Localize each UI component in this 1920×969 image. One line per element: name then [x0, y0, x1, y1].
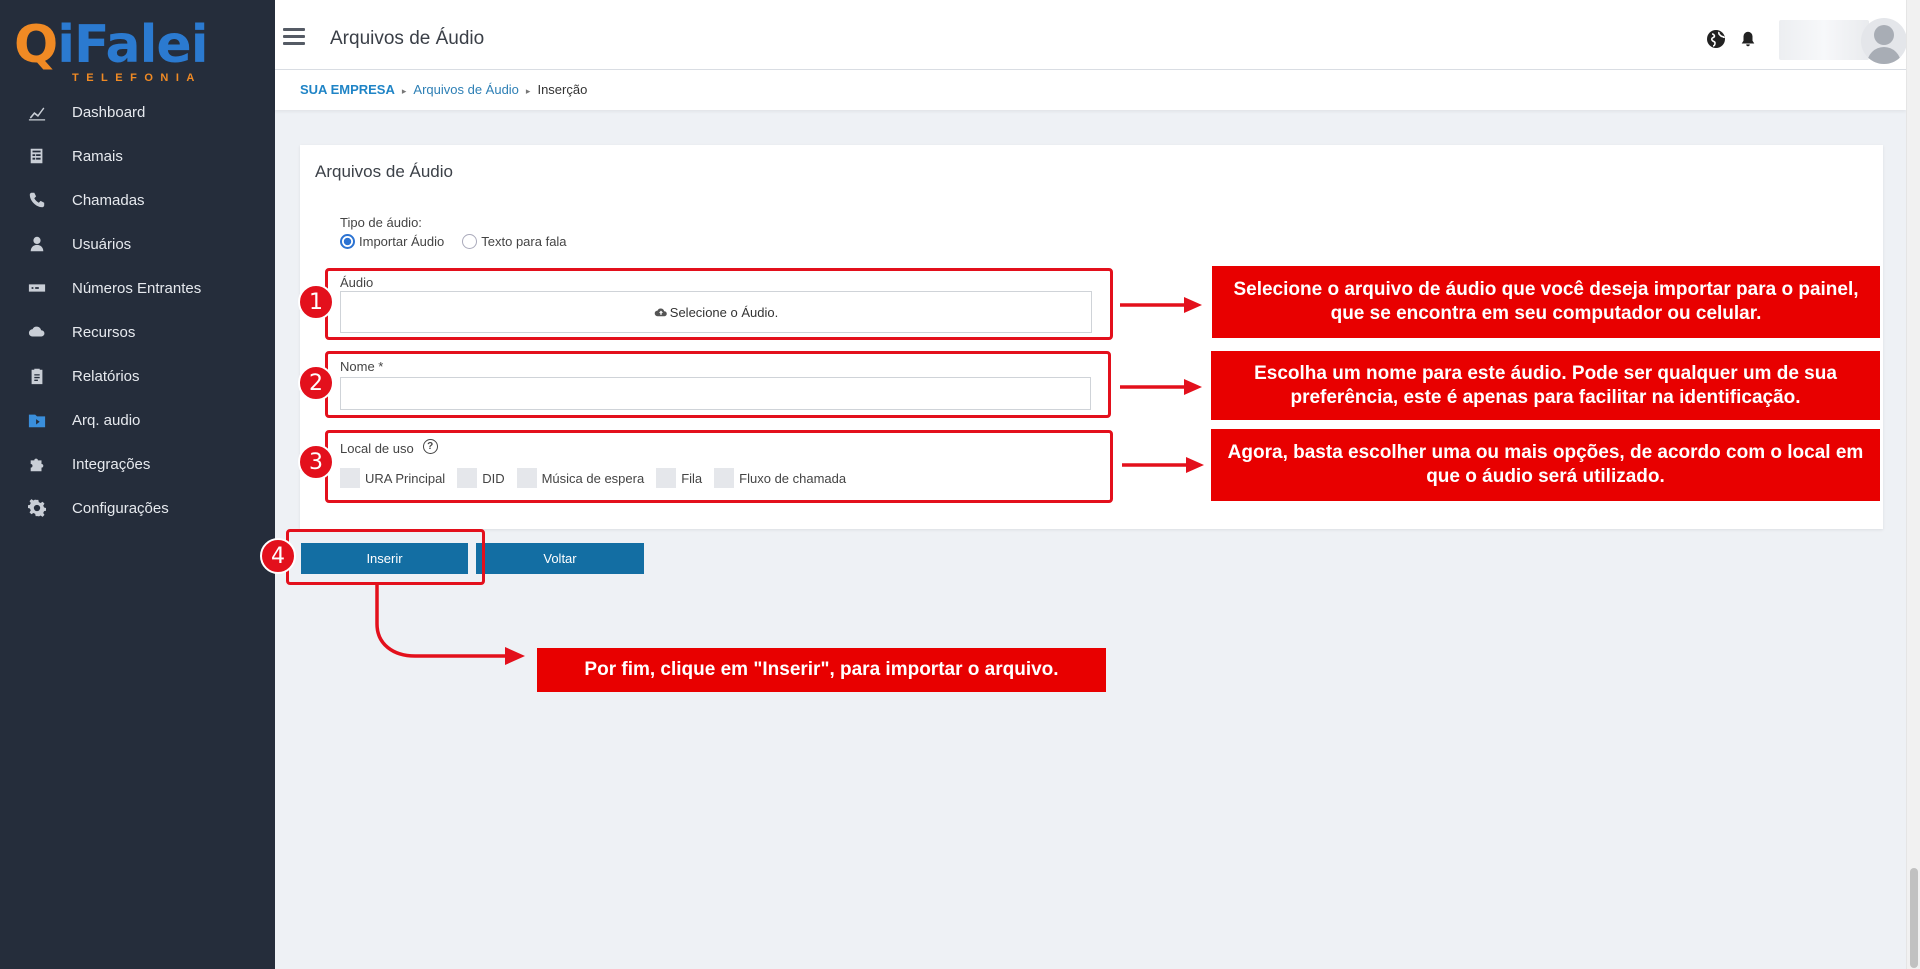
back-button[interactable]: Voltar — [476, 543, 644, 574]
sidebar-item-label: Configurações — [72, 499, 169, 517]
sidebar-item-numeros-entrantes[interactable]: Números Entrantes — [0, 266, 275, 310]
audio-type-group: Tipo de áudio: Importar Áudio Texto para… — [340, 215, 567, 249]
sidebar-item-label: Ramais — [72, 147, 123, 165]
sidebar-item-label: Relatórios — [72, 367, 140, 385]
header-actions — [1646, 16, 1907, 64]
audio-folder-icon — [27, 410, 47, 430]
sidebar-item-label: Usuários — [72, 235, 132, 253]
sidebar-item-configuracoes[interactable]: Configurações — [0, 486, 275, 530]
annotation-box-local — [325, 430, 1113, 503]
avatar[interactable] — [1861, 18, 1907, 64]
callout-step-2: Escolha um nome para este áudio. Pode se… — [1211, 351, 1880, 420]
arrow-icon — [1120, 297, 1202, 313]
sidebar-nav: Dashboard Ramais Chamadas Usuários Númer… — [0, 90, 275, 530]
chart-icon — [27, 102, 47, 122]
cloud-icon — [27, 322, 47, 342]
breadcrumb-section[interactable]: Arquivos de Áudio — [413, 82, 519, 97]
sidebar: QiFalei TELEFONIA Dashboard Ramais Chama… — [0, 0, 275, 969]
step-badge-1: 1 — [298, 284, 334, 320]
radio-tts-label[interactable]: Texto para fala — [481, 234, 566, 249]
sidebar-item-chamadas[interactable]: Chamadas — [0, 178, 275, 222]
step-badge-4: 4 — [260, 538, 296, 574]
globe-icon[interactable] — [1706, 29, 1726, 49]
audio-type-label: Tipo de áudio: — [340, 215, 422, 230]
page-scrollbar[interactable] — [1906, 0, 1920, 969]
annotation-box-insert — [286, 529, 485, 585]
sidebar-item-label: Chamadas — [72, 191, 145, 209]
step-badge-2: 2 — [298, 365, 334, 401]
sidebar-item-label: Integrações — [72, 455, 151, 473]
radio-import-audio[interactable] — [340, 234, 355, 249]
breadcrumb-bar: SUA EMPRESA ▸ Arquivos de Áudio ▸ Inserção — [275, 70, 1906, 110]
did-icon — [27, 278, 47, 298]
breadcrumb-company[interactable]: SUA EMPRESA — [300, 82, 395, 97]
ifalei-logo[interactable]: QiFalei TELEFONIA — [14, 16, 214, 86]
phone-icon — [27, 190, 47, 210]
breadcrumb-current: Inserção — [537, 82, 588, 97]
callout-step-4: Por fim, clique em "Inserir", para impor… — [537, 648, 1106, 692]
curved-arrow-icon — [375, 584, 525, 665]
top-header: Arquivos de Áudio — [275, 0, 1907, 70]
clipboard-icon — [27, 366, 47, 386]
radio-import-label[interactable]: Importar Áudio — [359, 234, 444, 249]
breadcrumb-separator-icon: ▸ — [525, 86, 531, 96]
sidebar-item-label: Arq. audio — [72, 411, 141, 429]
radio-text-to-speech[interactable] — [462, 234, 478, 249]
phonebook-icon — [27, 146, 47, 166]
arrow-icon — [1120, 379, 1202, 395]
logo-subtitle: TELEFONIA — [72, 72, 202, 84]
bell-icon[interactable] — [1739, 30, 1757, 48]
breadcrumb: SUA EMPRESA ▸ Arquivos de Áudio ▸ Inserção — [300, 82, 587, 97]
card-title: Arquivos de Áudio — [315, 162, 453, 181]
user-name-blurred[interactable] — [1779, 20, 1869, 60]
scrollbar-thumb[interactable] — [1910, 868, 1918, 968]
sidebar-item-relatorios[interactable]: Relatórios — [0, 354, 275, 398]
sidebar-item-label: Dashboard — [72, 103, 146, 121]
sidebar-item-usuarios[interactable]: Usuários — [0, 222, 275, 266]
breadcrumb-separator-icon: ▸ — [401, 86, 407, 96]
arrow-icon — [1122, 457, 1204, 473]
sidebar-item-recursos[interactable]: Recursos — [0, 310, 275, 354]
hamburger-menu-icon[interactable] — [283, 28, 305, 46]
sidebar-item-integracoes[interactable]: Integrações — [0, 442, 275, 486]
callout-step-3: Agora, basta escolher uma ou mais opções… — [1211, 429, 1880, 501]
annotation-box-audio — [325, 268, 1113, 340]
page-title: Arquivos de Áudio — [330, 28, 485, 49]
puzzle-icon — [27, 454, 47, 474]
step-badge-3: 3 — [298, 444, 334, 480]
gear-icon — [27, 498, 47, 518]
sidebar-item-label: Números Entrantes — [72, 279, 202, 297]
callout-step-1: Selecione o arquivo de áudio que você de… — [1212, 266, 1880, 338]
sidebar-item-dashboard[interactable]: Dashboard — [0, 90, 275, 134]
user-icon — [27, 234, 47, 254]
logo-wordmark: QiFalei — [14, 15, 209, 75]
sidebar-item-arq-audio[interactable]: Arq. audio — [0, 398, 275, 442]
sidebar-item-ramais[interactable]: Ramais — [0, 134, 275, 178]
annotation-box-name — [325, 351, 1111, 418]
sidebar-item-label: Recursos — [72, 323, 136, 341]
